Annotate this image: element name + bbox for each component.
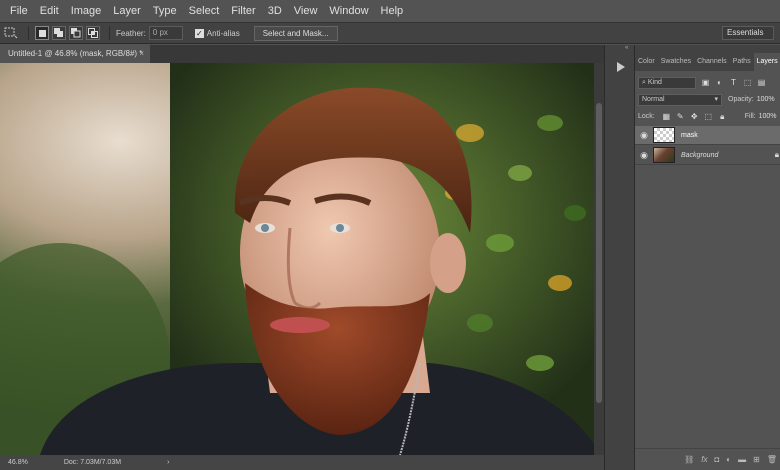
adjustment-layer-icon[interactable]: ◐ — [726, 455, 731, 464]
feather-input[interactable]: 0 px — [148, 26, 183, 40]
intersect-selection-button[interactable] — [86, 26, 100, 40]
add-selection-icon — [54, 28, 63, 37]
trash-icon[interactable]: 🗑︎ — [767, 455, 777, 464]
workspace-switcher[interactable]: Essentials — [722, 26, 774, 40]
play-icon[interactable] — [616, 59, 626, 77]
new-layer-icon[interactable]: ⊞ — [753, 455, 760, 464]
lock-row: Lock: ▦ ✎ ✥ ⬚ 🔒︎ Fill: 100% — [635, 108, 780, 125]
image-filter-icon[interactable]: ▣ — [700, 77, 711, 88]
filter-row: ⌕ Kind ▣ ◐ T ⬚ ▤ — [635, 74, 780, 91]
lock-artboard-icon[interactable]: ⬚ — [703, 111, 714, 122]
doc-size: Doc: 7.03M/7.03M — [63, 459, 122, 466]
layer-row-background[interactable]: ◉ Background 🔒︎ — [635, 146, 780, 165]
select-and-mask-button[interactable]: Select and Mask... — [253, 25, 338, 41]
menu-image[interactable]: Image — [65, 5, 108, 17]
tab-channels[interactable]: Channels — [694, 53, 730, 71]
opacity-label: Opacity: — [728, 96, 754, 103]
divider — [109, 26, 110, 40]
tool-preset-picker[interactable] — [0, 24, 22, 42]
tab-color[interactable]: Color — [635, 53, 658, 71]
menu-window[interactable]: Window — [323, 5, 374, 17]
menu-type[interactable]: Type — [147, 5, 183, 17]
type-filter-icon[interactable]: T — [728, 77, 739, 88]
add-selection-button[interactable] — [52, 26, 66, 40]
kind-filter-dropdown[interactable]: ⌕ Kind — [638, 76, 696, 89]
layers-footer: ⛓ fx ◘ ◐ ▬ ⊞ 🗑︎ — [635, 448, 780, 470]
opacity-value[interactable]: 100% — [757, 96, 775, 103]
antialias-label: Anti-alias — [206, 28, 240, 38]
fill-label: Fill: — [744, 113, 756, 120]
document-tab[interactable]: Untitled-1 @ 46.8% (mask, RGB/8#) * × — [0, 45, 150, 63]
fill-value[interactable]: 100% — [759, 113, 777, 120]
menu-select[interactable]: Select — [183, 5, 226, 17]
layers-panel: Color Swatches Channels Paths Layers ⌕ K… — [634, 45, 780, 470]
layer-name: Background — [681, 151, 719, 159]
fx-icon[interactable]: fx — [701, 455, 707, 464]
layer-thumbnail-mask — [653, 127, 675, 143]
check-icon: ✓ — [195, 28, 203, 38]
panel-tabs: Color Swatches Channels Paths Layers — [635, 45, 780, 71]
document-tabs: Untitled-1 @ 46.8% (mask, RGB/8#) * × — [0, 45, 604, 63]
tab-swatches[interactable]: Swatches — [658, 53, 694, 71]
layer-thumbnail-background — [653, 147, 675, 163]
status-bar: 46.8% Doc: 7.03M/7.03M › — [0, 455, 604, 470]
zoom-level[interactable]: 46.8% — [8, 459, 28, 466]
divider — [28, 26, 29, 40]
lock-image-icon[interactable]: ✎ — [675, 111, 686, 122]
eye-icon[interactable]: ◉ — [635, 150, 653, 161]
new-selection-icon — [38, 29, 46, 37]
canvas[interactable] — [0, 63, 600, 455]
smart-object-filter-icon[interactable]: ▤ — [756, 77, 767, 88]
lock-icon: 🔒︎ — [774, 150, 779, 159]
layer-row-mask[interactable]: ◉ mask — [635, 126, 780, 145]
lock-transparency-icon[interactable]: ▦ — [661, 111, 672, 122]
feather-label: Feather: — [116, 28, 146, 38]
menu-bar: File Edit Image Layer Type Select Filter… — [0, 0, 780, 22]
add-mask-icon[interactable]: ◘ — [714, 455, 719, 464]
lock-position-icon[interactable]: ✥ — [689, 111, 700, 122]
portrait-photo — [0, 63, 600, 455]
scroll-thumb[interactable] — [596, 103, 602, 403]
document-title: Untitled-1 @ 46.8% (mask, RGB/8#) * — [8, 49, 143, 58]
chevron-down-icon: ▾ — [714, 95, 718, 103]
layer-name: mask — [681, 131, 698, 139]
menu-3d[interactable]: 3D — [262, 5, 288, 17]
new-selection-button[interactable] — [35, 26, 49, 40]
blend-mode-dropdown[interactable]: Normal ▾ — [638, 93, 722, 106]
close-icon[interactable]: × — [139, 45, 144, 63]
menu-edit[interactable]: Edit — [34, 5, 65, 17]
group-folder-icon[interactable]: ▬ — [738, 455, 746, 464]
antialias-checkbox[interactable]: ✓ — [194, 28, 204, 38]
subtract-selection-icon — [71, 28, 81, 38]
eye-icon[interactable]: ◉ — [635, 130, 653, 141]
menu-filter[interactable]: Filter — [225, 5, 261, 17]
menu-file[interactable]: File — [4, 5, 34, 17]
subtract-selection-button[interactable] — [69, 26, 83, 40]
lock-label: Lock: — [638, 113, 655, 120]
shape-filter-icon[interactable]: ⬚ — [742, 77, 753, 88]
options-bar: Feather: 0 px ✓ Anti-alias Select and Ma… — [0, 22, 780, 44]
tab-paths[interactable]: Paths — [730, 53, 754, 71]
marquee-tool-icon — [4, 27, 18, 39]
link-layers-icon[interactable]: ⛓ — [684, 455, 694, 464]
vertical-scrollbar[interactable] — [594, 63, 604, 455]
status-menu-arrow[interactable]: › — [167, 459, 169, 466]
panel-dock: « — [604, 45, 634, 470]
intersect-selection-icon — [88, 28, 98, 38]
blend-row: Normal ▾ Opacity: 100% — [635, 91, 780, 108]
adjustment-filter-icon[interactable]: ◐ — [714, 77, 725, 88]
collapse-icon[interactable]: « — [625, 45, 628, 51]
menu-layer[interactable]: Layer — [107, 5, 147, 17]
lock-icon[interactable]: 🔒︎ — [717, 111, 728, 122]
menu-help[interactable]: Help — [375, 5, 410, 17]
menu-view[interactable]: View — [288, 5, 324, 17]
tab-layers[interactable]: Layers — [753, 53, 780, 71]
